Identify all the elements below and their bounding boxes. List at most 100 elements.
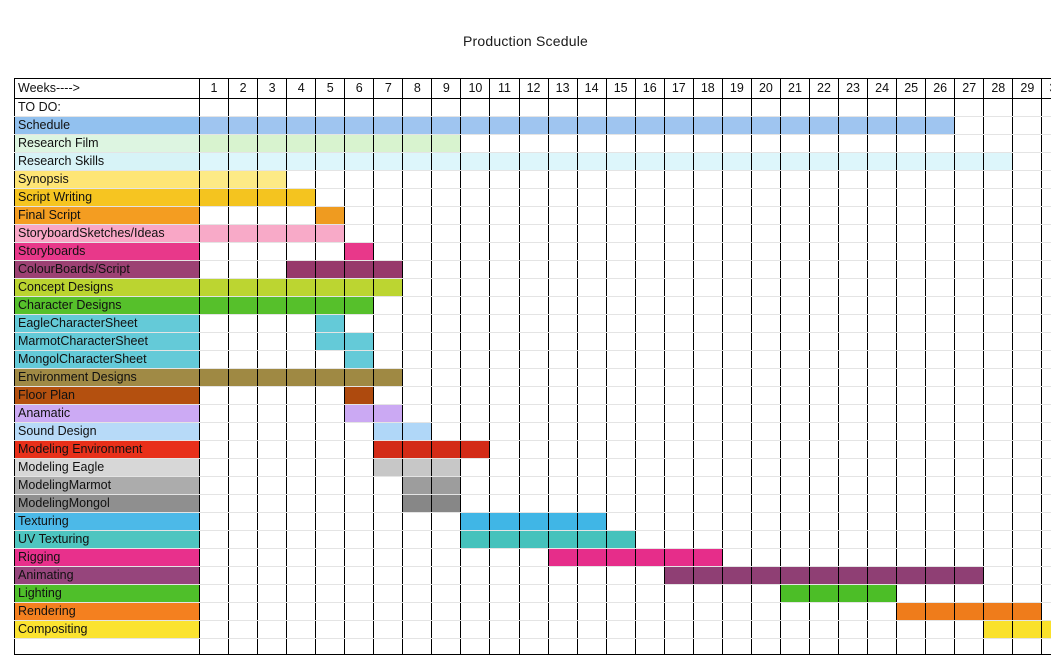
- task-label-rigging[interactable]: Rigging: [15, 549, 200, 567]
- empty-cell: [809, 279, 838, 297]
- task-label-modeling-eagle[interactable]: Modeling Eagle: [15, 459, 200, 477]
- task-label-environment-designs[interactable]: Environment Designs: [15, 369, 200, 387]
- task-label-texturing[interactable]: Texturing: [15, 513, 200, 531]
- task-label-floor-plan[interactable]: Floor Plan: [15, 387, 200, 405]
- week-header-7: 7: [374, 79, 403, 99]
- task-label-storyboards[interactable]: Storyboards: [15, 243, 200, 261]
- empty-cell: [548, 225, 577, 243]
- task-bar-cell: [287, 261, 316, 279]
- task-label-uv-texturing[interactable]: UV Texturing: [15, 531, 200, 549]
- task-bar-cell: [955, 153, 984, 171]
- task-label-colourboards-script[interactable]: ColourBoards/Script: [15, 261, 200, 279]
- empty-cell: [374, 603, 403, 621]
- task-label-marmotcharactersheet[interactable]: MarmotCharacterSheet: [15, 333, 200, 351]
- empty-cell: [868, 459, 897, 477]
- empty-cell: [403, 567, 432, 585]
- empty-cell: [200, 585, 229, 603]
- empty-cell: [984, 171, 1013, 189]
- empty-cell: [519, 495, 548, 513]
- empty-cell: [287, 441, 316, 459]
- empty-cell: [490, 333, 519, 351]
- task-bar-cell: [751, 153, 780, 171]
- task-label-research-skills[interactable]: Research Skills: [15, 153, 200, 171]
- task-label-anamatic[interactable]: Anamatic: [15, 405, 200, 423]
- task-label-compositing[interactable]: Compositing: [15, 621, 200, 639]
- empty-cell: [693, 585, 722, 603]
- task-bar-cell: [926, 153, 955, 171]
- task-bar-cell: [897, 153, 926, 171]
- empty-cell: [287, 423, 316, 441]
- empty-cell: [984, 135, 1013, 153]
- empty-cell: [461, 351, 490, 369]
- task-bar-cell: [316, 153, 345, 171]
- empty-cell: [229, 531, 258, 549]
- empty-cell: [374, 207, 403, 225]
- empty-cell: [751, 207, 780, 225]
- empty-cell: [839, 441, 868, 459]
- empty-cell: [519, 261, 548, 279]
- empty-cell: [780, 315, 809, 333]
- week-header-16: 16: [635, 79, 664, 99]
- task-bar-cell: [316, 315, 345, 333]
- task-label-concept-designs[interactable]: Concept Designs: [15, 279, 200, 297]
- empty-cell: [635, 567, 664, 585]
- task-label-lighting[interactable]: Lighting: [15, 585, 200, 603]
- empty-cell: [722, 621, 751, 639]
- empty-cell: [664, 243, 693, 261]
- empty-cell: [606, 423, 635, 441]
- task-label-synopsis[interactable]: Synopsis: [15, 171, 200, 189]
- task-label-rendering[interactable]: Rendering: [15, 603, 200, 621]
- task-label-research-film[interactable]: Research Film: [15, 135, 200, 153]
- empty-cell: [664, 99, 693, 117]
- empty-cell: [548, 585, 577, 603]
- empty-cell: [229, 315, 258, 333]
- empty-cell: [722, 189, 751, 207]
- empty-cell: [984, 297, 1013, 315]
- task-label-sound-design[interactable]: Sound Design: [15, 423, 200, 441]
- empty-cell: [635, 189, 664, 207]
- empty-cell: [345, 315, 374, 333]
- empty-cell: [839, 225, 868, 243]
- empty-cell: [490, 387, 519, 405]
- task-label-final-script[interactable]: Final Script: [15, 207, 200, 225]
- empty-cell: [461, 495, 490, 513]
- task-label-modelingmongol[interactable]: ModelingMongol: [15, 495, 200, 513]
- empty-cell: [984, 567, 1013, 585]
- empty-cell: [432, 207, 461, 225]
- empty-cell: [897, 513, 926, 531]
- task-label-modelingmarmot[interactable]: ModelingMarmot: [15, 477, 200, 495]
- empty-cell: [606, 261, 635, 279]
- empty-cell: [926, 189, 955, 207]
- empty-cell: [751, 315, 780, 333]
- task-label-character-designs[interactable]: Character Designs: [15, 297, 200, 315]
- task-bar-cell: [577, 549, 606, 567]
- empty-cell: [548, 135, 577, 153]
- task-label-modeling-environment[interactable]: Modeling Environment: [15, 441, 200, 459]
- empty-cell: [1042, 369, 1051, 387]
- task-label-schedule[interactable]: Schedule: [15, 117, 200, 135]
- empty-cell: [287, 603, 316, 621]
- task-label-eaglecharactersheet[interactable]: EagleCharacterSheet: [15, 315, 200, 333]
- empty-cell: [258, 261, 287, 279]
- task-label-storyboardsketches-ideas[interactable]: StoryboardSketches/Ideas: [15, 225, 200, 243]
- task-label-mongolcharactersheet[interactable]: MongolCharacterSheet: [15, 351, 200, 369]
- empty-cell: [809, 549, 838, 567]
- task-bar-cell: [374, 153, 403, 171]
- empty-cell: [635, 405, 664, 423]
- task-bar-cell: [432, 117, 461, 135]
- task-label-to-do[interactable]: TO DO:: [15, 99, 200, 117]
- task-bar-cell: [548, 531, 577, 549]
- empty-cell: [809, 351, 838, 369]
- empty-cell: [635, 459, 664, 477]
- week-header-17: 17: [664, 79, 693, 99]
- task-bar-cell: [490, 117, 519, 135]
- empty-cell: [519, 567, 548, 585]
- week-header-5: 5: [316, 79, 345, 99]
- empty-cell: [461, 225, 490, 243]
- table-row: Anamatic: [15, 405, 1051, 423]
- task-label-animating[interactable]: Animating: [15, 567, 200, 585]
- task-label-script-writing[interactable]: Script Writing: [15, 189, 200, 207]
- empty-cell: [897, 279, 926, 297]
- empty-cell: [577, 135, 606, 153]
- empty-cell: [345, 567, 374, 585]
